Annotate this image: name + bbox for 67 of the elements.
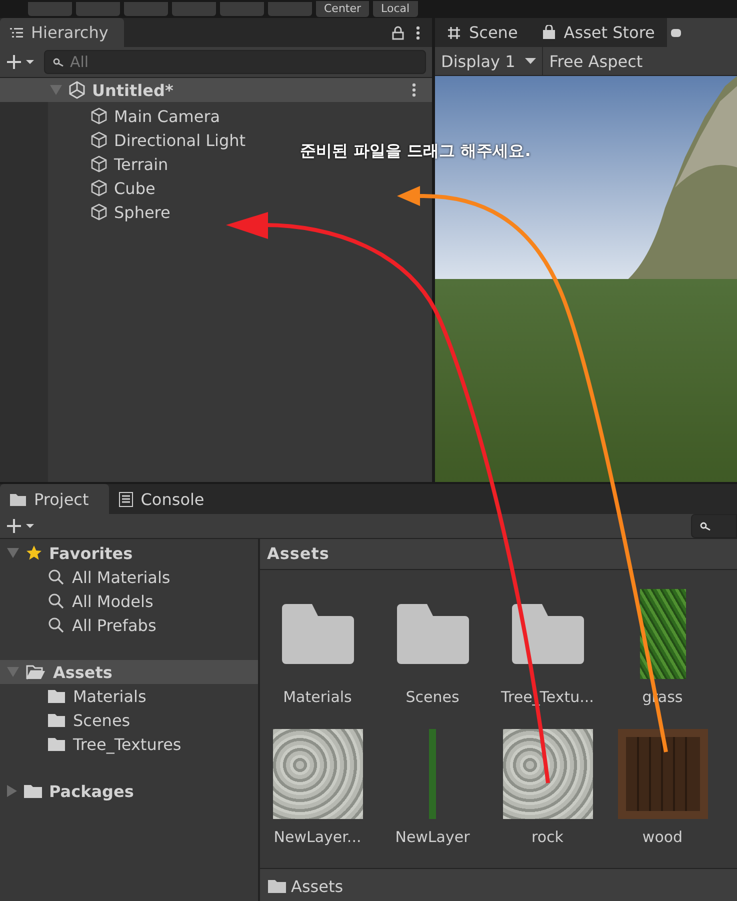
folder-icon — [48, 737, 65, 751]
asset-item[interactable]: wood — [605, 728, 720, 868]
pivot-button[interactable]: Local — [373, 1, 418, 17]
tree-item[interactable]: Packages — [0, 779, 258, 803]
cube-icon — [90, 107, 108, 125]
tree-item[interactable]: All Models — [0, 589, 258, 613]
open-folder-icon — [26, 664, 46, 680]
cube-icon — [90, 131, 108, 149]
project-tab[interactable]: Project — [0, 484, 109, 514]
asset-item[interactable]: Materials — [260, 588, 375, 728]
folder-icon — [48, 689, 65, 703]
folder-icon — [10, 492, 26, 506]
project-tab[interactable]: Console — [108, 484, 216, 514]
cube-icon — [90, 203, 108, 221]
game-object-item[interactable]: Cube — [90, 176, 156, 200]
folder-icon — [282, 604, 354, 664]
bag-icon — [542, 25, 556, 40]
scene-row[interactable]: Untitled* — [0, 78, 432, 102]
caret-icon — [525, 58, 536, 64]
lock-icon[interactable] — [392, 26, 404, 40]
game-object-item[interactable]: Terrain — [90, 152, 168, 176]
view-tab[interactable]: Scene — [435, 18, 530, 47]
game-object-item[interactable]: Sphere — [90, 200, 170, 224]
search-icon — [53, 58, 64, 66]
folder-icon — [396, 604, 468, 664]
tree-item[interactable]: Assets — [0, 660, 258, 684]
game-object-item[interactable]: Main Camera — [90, 104, 220, 128]
tree-item[interactable]: All Prefabs — [0, 613, 258, 637]
star-icon — [26, 545, 42, 561]
tree-item[interactable]: Scenes — [0, 708, 258, 732]
game-object-item[interactable]: Directional Light — [90, 128, 246, 152]
folder-icon — [268, 879, 286, 893]
expand-arrow-icon[interactable] — [7, 667, 19, 677]
folder-icon — [512, 604, 584, 664]
display-dropdown[interactable]: Display 1 — [435, 47, 544, 75]
view-tab[interactable]: Asset Store — [530, 18, 667, 47]
cube-icon — [90, 179, 108, 197]
search-icon — [48, 569, 64, 585]
aspect-dropdown[interactable]: Free Aspect — [543, 47, 649, 75]
tree-item[interactable]: Tree_Textures — [0, 732, 258, 756]
add-dropdown-icon[interactable] — [6, 54, 36, 70]
add-dropdown-icon[interactable] — [6, 518, 36, 534]
search-field[interactable] — [691, 514, 737, 538]
path-label: Assets — [291, 876, 344, 896]
cube-icon — [90, 155, 108, 173]
asset-item[interactable]: NewLayer — [375, 728, 490, 868]
folder-title: Assets — [260, 539, 737, 570]
search-icon — [48, 617, 64, 633]
asset-item[interactable]: Scenes — [375, 588, 490, 728]
hierarchy-tab[interactable]: Hierarchy — [0, 18, 124, 47]
folder-icon — [48, 713, 65, 727]
console-icon — [118, 492, 133, 506]
tree-item[interactable]: Favorites — [0, 541, 258, 565]
asset-item[interactable]: rock — [490, 728, 605, 868]
asset-item[interactable]: NewLayer... — [260, 728, 375, 868]
expand-arrow-icon[interactable] — [7, 548, 19, 558]
search-icon — [700, 522, 711, 530]
grid-icon — [447, 26, 461, 40]
search-field[interactable]: All — [44, 50, 426, 74]
search-icon — [48, 593, 64, 609]
list-icon — [10, 27, 23, 38]
pivot-button[interactable]: Center — [316, 1, 370, 17]
tree-item[interactable]: Materials — [0, 684, 258, 708]
tree-item[interactable]: All Materials — [0, 565, 258, 589]
folder-icon — [24, 784, 42, 798]
more-icon[interactable] — [416, 26, 420, 40]
more-icon[interactable] — [412, 83, 416, 97]
